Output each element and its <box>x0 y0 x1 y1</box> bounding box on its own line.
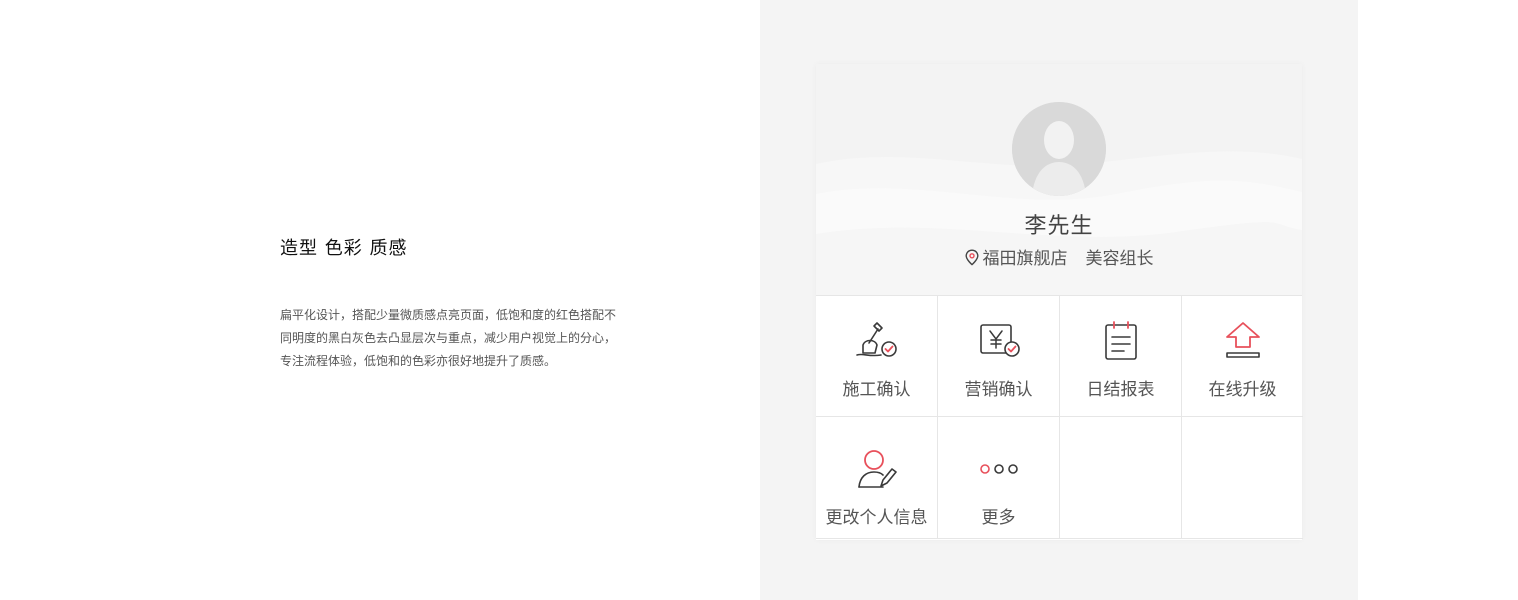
menu-item-online-upgrade[interactable]: 在线升级 <box>1182 295 1303 417</box>
intro-body-line: 同明度的黑白灰色去凸显层次与重点，减少用户视觉上的分心， <box>280 331 617 345</box>
profile-header: 李先生 福田旗舰店 美容组长 <box>816 64 1302 296</box>
menu-item-label: 日结报表 <box>1086 380 1155 400</box>
menu-item-empty <box>1182 417 1303 539</box>
intro-body-line: 专注流程体验，低饱和的色彩亦很好地提升了质感。 <box>280 354 557 368</box>
avatar[interactable] <box>1012 102 1106 196</box>
yuen-check-icon <box>938 319 1059 363</box>
menu-item-marketing-confirm[interactable]: 营销确认 <box>938 295 1060 417</box>
menu-item-label: 营销确认 <box>964 380 1033 400</box>
shovel-check-icon <box>816 319 937 363</box>
menu-item-more[interactable]: 更多 <box>938 417 1060 539</box>
menu-item-label: 更改个人信息 <box>825 508 928 528</box>
user-edit-icon <box>816 447 937 491</box>
store-name: 福田旗舰店 <box>982 249 1068 269</box>
intro-title: 造型 色彩 质感 <box>280 238 408 259</box>
profile-card: 李先生 福田旗舰店 美容组长 施工确认 营销确认 日结报表 在线升级 更改个人信… <box>816 64 1303 540</box>
user-role: 美容组长 <box>1085 249 1154 269</box>
intro-body-line: 扁平化设计，搭配少量微质感点亮页面，低饱和度的红色搭配不 <box>280 308 617 322</box>
menu-item-label: 施工确认 <box>842 380 911 400</box>
intro-section: 造型 色彩 质感 扁平化设计，搭配少量微质感点亮页面，低饱和度的红色搭配不 同明… <box>280 234 660 373</box>
menu-grid: 施工确认 营销确认 日结报表 在线升级 更改个人信息 更多 <box>816 295 1303 540</box>
location-pin-icon <box>964 249 979 271</box>
menu-item-empty <box>1060 417 1182 539</box>
menu-item-edit-profile[interactable]: 更改个人信息 <box>816 417 938 539</box>
preview-panel: 李先生 福田旗舰店 美容组长 施工确认 营销确认 日结报表 在线升级 更改个人信… <box>760 0 1358 600</box>
user-meta: 福田旗舰店 美容组长 <box>816 244 1302 271</box>
menu-item-daily-report[interactable]: 日结报表 <box>1060 295 1182 417</box>
user-avatar-placeholder-icon <box>1012 102 1106 196</box>
menu-item-construction-confirm[interactable]: 施工确认 <box>816 295 938 417</box>
notepad-icon <box>1060 319 1181 363</box>
upload-arrow-icon <box>1182 319 1303 363</box>
menu-item-label: 在线升级 <box>1208 380 1277 400</box>
intro-body: 扁平化设计，搭配少量微质感点亮页面，低饱和度的红色搭配不 同明度的黑白灰色去凸显… <box>280 304 660 373</box>
user-name: 李先生 <box>1024 214 1094 239</box>
menu-item-label: 更多 <box>981 508 1016 528</box>
more-dots-icon <box>938 447 1059 491</box>
